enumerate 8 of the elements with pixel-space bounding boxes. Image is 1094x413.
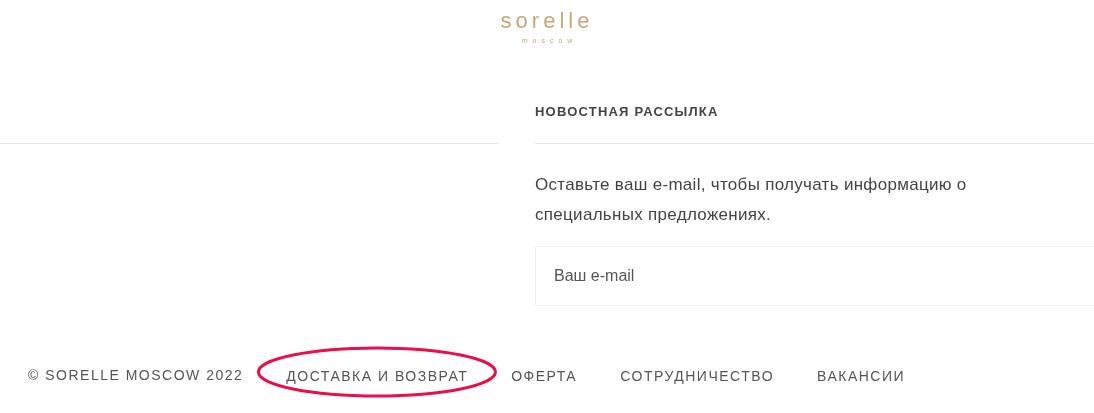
newsletter-heading: НОВОСТНАЯ РАССЫЛКА: [535, 60, 1094, 144]
copyright-text: © SORELLE MOSCOW 2022: [28, 366, 244, 385]
footer-link[interactable]: ОФЕРТА: [511, 367, 578, 384]
newsletter-description: Оставьте ваш e-mail, чтобы получать информацию о специальных предложениях.: [535, 174, 968, 226]
footer-link[interactable]: ДОСТАВКА И ВОЗВРАТ: [286, 367, 469, 384]
footer-link[interactable]: СОТРУДНИЧЕСТВО: [620, 367, 775, 384]
footer-link[interactable]: ВАКАНСИИ: [817, 367, 906, 384]
email-field[interactable]: Ваш e-mail: [535, 246, 1094, 306]
